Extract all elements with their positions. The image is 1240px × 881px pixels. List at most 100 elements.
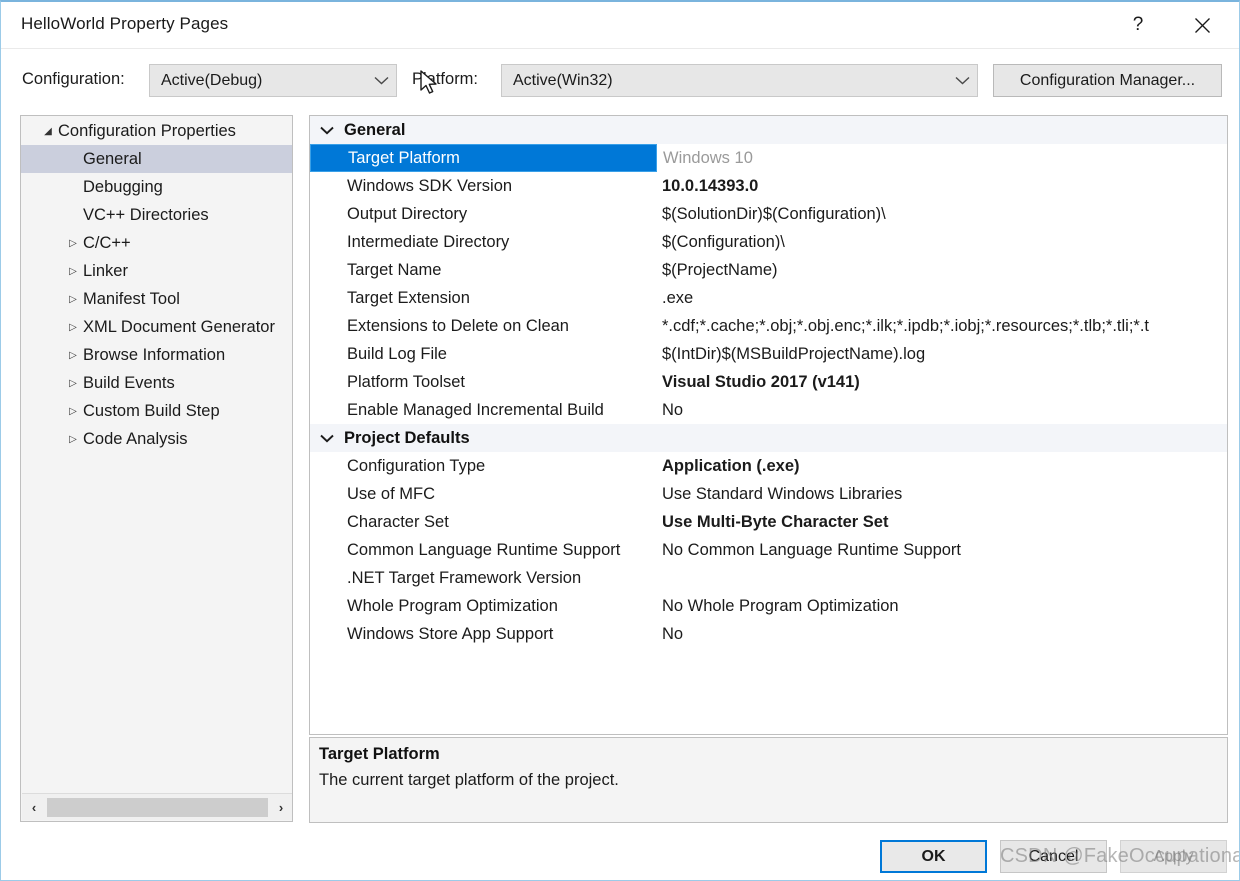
sidebar-item-linker[interactable]: ▷ Linker: [21, 257, 292, 285]
property-value[interactable]: *.cdf;*.cache;*.obj;*.obj.enc;*.ilk;*.ip…: [656, 312, 1227, 340]
property-value[interactable]: $(Configuration)\: [656, 228, 1227, 256]
property-row[interactable]: Target Platform Windows 10: [310, 144, 1227, 172]
chevron-down-icon[interactable]: [310, 434, 344, 443]
sidebar-item-vc-directories[interactable]: VC++ Directories: [21, 201, 292, 229]
property-value[interactable]: No Common Language Runtime Support: [656, 536, 1227, 564]
cancel-button[interactable]: Cancel: [1000, 840, 1107, 873]
property-name: Configuration Type: [347, 456, 486, 475]
help-icon[interactable]: ?: [1115, 8, 1161, 42]
property-row[interactable]: Enable Managed Incremental Build No: [310, 396, 1227, 424]
property-row[interactable]: Target Name $(ProjectName): [310, 256, 1227, 284]
sidebar-item-label: C/C++: [83, 233, 131, 252]
property-value[interactable]: No Whole Program Optimization: [656, 592, 1227, 620]
configuration-dropdown[interactable]: Active(Debug): [149, 64, 397, 97]
property-row[interactable]: Platform Toolset Visual Studio 2017 (v141…: [310, 368, 1227, 396]
property-name: Target Extension: [347, 288, 470, 307]
property-row[interactable]: Whole Program Optimization No Whole Progr…: [310, 592, 1227, 620]
configuration-manager-button[interactable]: Configuration Manager...: [993, 64, 1222, 97]
property-value[interactable]: Use Multi-Byte Character Set: [656, 508, 1227, 536]
platform-label: Platform:: [412, 70, 479, 88]
sidebar-item-debugging[interactable]: Debugging: [21, 173, 292, 201]
property-group-header[interactable]: General: [310, 116, 1227, 144]
property-value[interactable]: Application (.exe): [656, 452, 1227, 480]
property-value[interactable]: [656, 564, 1227, 592]
property-name: Common Language Runtime Support: [347, 540, 621, 559]
property-name: Enable Managed Incremental Build: [347, 400, 604, 419]
scroll-right-icon[interactable]: ›: [269, 795, 292, 820]
property-value[interactable]: No: [656, 396, 1227, 424]
property-name: Whole Program Optimization: [347, 596, 558, 615]
tree-horizontal-scrollbar[interactable]: ‹ ›: [22, 793, 292, 820]
property-row[interactable]: Build Log File $(IntDir)$(MSBuildProjectN…: [310, 340, 1227, 368]
sidebar-item-custom-build-step[interactable]: ▷ Custom Build Step: [21, 397, 292, 425]
property-name: Character Set: [347, 512, 449, 531]
platform-dropdown[interactable]: Active(Win32): [501, 64, 978, 97]
sidebar-item-browse-information[interactable]: ▷ Browse Information: [21, 341, 292, 369]
sidebar-item-label: Configuration Properties: [58, 121, 236, 140]
property-row[interactable]: .NET Target Framework Version: [310, 564, 1227, 592]
property-row[interactable]: Extensions to Delete on Clean *.cdf;*.cac…: [310, 312, 1227, 340]
sidebar-item-label: VC++ Directories: [83, 205, 209, 224]
property-value[interactable]: Visual Studio 2017 (v141): [656, 368, 1227, 396]
chevron-down-shape: [374, 76, 388, 85]
property-row[interactable]: Windows Store App Support No: [310, 620, 1227, 648]
property-group-header[interactable]: Project Defaults: [310, 424, 1227, 452]
property-pages-dialog: HelloWorld Property Pages ? Configuratio…: [0, 0, 1240, 881]
sidebar-item-general[interactable]: General: [21, 145, 292, 173]
sidebar-item-label: XML Document Generator: [83, 317, 275, 336]
chevron-down-icon[interactable]: [310, 126, 344, 135]
sidebar-item-label: Manifest Tool: [83, 289, 180, 308]
description-title: Target Platform: [319, 745, 440, 763]
collapsed-triangle-icon[interactable]: ▷: [63, 434, 83, 445]
property-value[interactable]: $(ProjectName): [656, 256, 1227, 284]
collapsed-triangle-icon[interactable]: ▷: [63, 322, 83, 333]
property-value[interactable]: No: [656, 620, 1227, 648]
property-group-label: Project Defaults: [344, 428, 470, 447]
sidebar-item-build-events[interactable]: ▷ Build Events: [21, 369, 292, 397]
sidebar-item-label: Browse Information: [83, 345, 226, 364]
collapsed-triangle-icon[interactable]: ▷: [63, 238, 83, 249]
property-row[interactable]: Intermediate Directory $(Configuration)\: [310, 228, 1227, 256]
property-row[interactable]: Windows SDK Version 10.0.14393.0: [310, 172, 1227, 200]
property-row[interactable]: Target Extension .exe: [310, 284, 1227, 312]
close-icon[interactable]: [1179, 8, 1225, 42]
property-value[interactable]: Use Standard Windows Libraries: [656, 480, 1227, 508]
sidebar-item-manifest-tool[interactable]: ▷ Manifest Tool: [21, 285, 292, 313]
sidebar-item-label: Code Analysis: [83, 429, 188, 448]
sidebar-item-code-analysis[interactable]: ▷ Code Analysis: [21, 425, 292, 453]
title-bar: HelloWorld Property Pages ?: [1, 2, 1239, 49]
dialog-footer: OK Cancel Apply: [1, 830, 1239, 880]
property-value[interactable]: $(IntDir)$(MSBuildProjectName).log: [656, 340, 1227, 368]
property-row[interactable]: Common Language Runtime Support No Common…: [310, 536, 1227, 564]
property-row[interactable]: Output Directory $(SolutionDir)$(Configur…: [310, 200, 1227, 228]
property-group-label: General: [344, 120, 406, 139]
collapsed-triangle-icon[interactable]: ▷: [63, 406, 83, 417]
property-name: Target Name: [347, 260, 442, 279]
scroll-left-icon[interactable]: ‹: [22, 795, 46, 820]
configuration-properties-tree: ◢ Configuration Properties General Debuggin…: [20, 115, 293, 822]
configuration-dropdown-value: Active(Debug): [161, 71, 263, 89]
property-row[interactable]: Character Set Use Multi-Byte Character Se…: [310, 508, 1227, 536]
scrollbar-thumb[interactable]: [47, 797, 268, 817]
sidebar-item-xml-document-generator[interactable]: ▷ XML Document Generator: [21, 313, 292, 341]
property-row[interactable]: Configuration Type Application (.exe): [310, 452, 1227, 480]
collapsed-triangle-icon[interactable]: ▷: [63, 266, 83, 277]
sidebar-item-c-c[interactable]: ▷ C/C++: [21, 229, 292, 257]
collapsed-triangle-icon[interactable]: ▷: [63, 378, 83, 389]
property-value[interactable]: Windows 10: [657, 144, 1227, 172]
ok-button[interactable]: OK: [880, 840, 987, 873]
property-row[interactable]: Use of MFC Use Standard Windows Libraries: [310, 480, 1227, 508]
collapsed-triangle-icon[interactable]: ▷: [63, 350, 83, 361]
property-name: Intermediate Directory: [347, 232, 510, 251]
expanded-triangle-icon[interactable]: ◢: [38, 126, 58, 137]
collapsed-triangle-icon[interactable]: ▷: [63, 294, 83, 305]
sidebar-item-label: Custom Build Step: [83, 401, 220, 420]
property-value[interactable]: .exe: [656, 284, 1227, 312]
property-value[interactable]: 10.0.14393.0: [656, 172, 1227, 200]
sidebar-item-configuration-properties[interactable]: ◢ Configuration Properties: [21, 117, 292, 145]
sidebar-item-label: Linker: [83, 261, 128, 280]
description-panel: Target Platform The current target platf…: [309, 737, 1228, 823]
help-glyph: ?: [1132, 14, 1144, 35]
tree-list: ◢ Configuration Properties General Debuggin…: [21, 117, 292, 453]
property-value[interactable]: $(SolutionDir)$(Configuration)\: [656, 200, 1227, 228]
